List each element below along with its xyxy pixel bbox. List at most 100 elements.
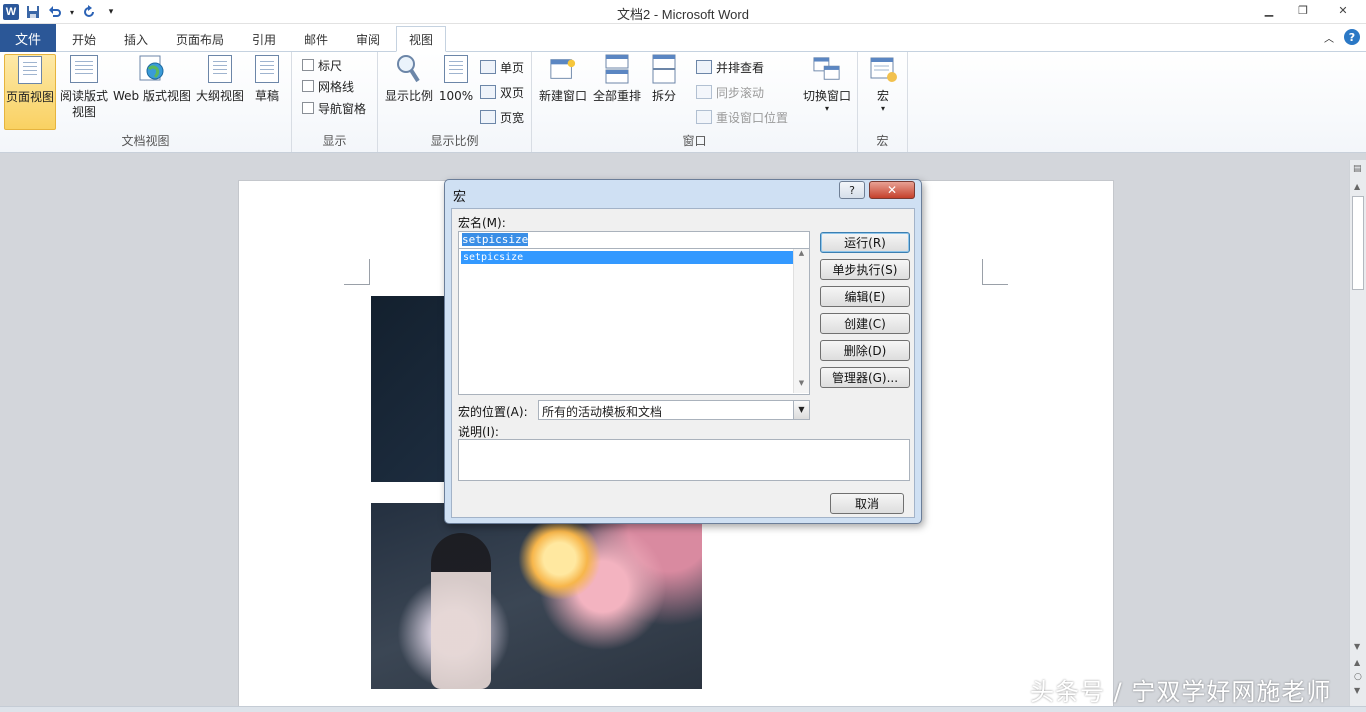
title-bar: W ▾ ▾ 文档2 - Microsoft Word ▁ ❐ ✕ [0,0,1366,24]
split-button[interactable]: 拆分 [644,54,684,104]
macros-button[interactable]: 宏 ▾ [866,54,900,114]
tab-file[interactable]: 文件 [0,24,56,52]
ribbon-view: 页面视图 阅读版式 视图 Web 版式视图 大纲视图 草稿 文档视图 标尺 网格… [0,52,1366,153]
web-layout-button[interactable]: Web 版式视图 [110,54,194,104]
chevron-down-icon: ▾ [824,104,829,113]
macro-icon [869,54,897,84]
tab-page-layout[interactable]: 页面布局 [164,26,236,52]
two-pages-icon [480,85,496,99]
split-icon [650,54,678,84]
description-label: 说明(I): [458,425,499,439]
page-width-button[interactable]: 页宽 [480,108,524,126]
group-label-window: 窗口 [682,134,707,148]
organizer-button[interactable]: 管理器(G)... [820,367,910,388]
crop-mark [982,259,1008,285]
scroll-up-icon[interactable]: ▲ [794,249,809,263]
checkbox-icon [302,80,314,92]
minimize-icon[interactable]: ▁ [1252,0,1286,20]
scroll-up-icon[interactable]: ▲ [1354,182,1360,191]
tab-review[interactable]: 审阅 [344,26,392,52]
window-controls: ▁ ❐ ✕ [1252,0,1366,20]
vertical-scrollbar[interactable]: ▤ ▲ ▼ ▲ ○ ▼ [1349,160,1366,712]
sync-scroll-icon [696,85,712,99]
draft-button[interactable]: 草稿 [246,54,288,104]
collapse-ribbon-icon[interactable]: ︿ [1324,30,1334,45]
reset-window-position-button[interactable]: 重设窗口位置 [696,108,788,126]
nav-pane-checkbox[interactable]: 导航窗格 [302,99,366,117]
step-into-button[interactable]: 单步执行(S) [820,259,910,280]
browse-object-icon[interactable]: ○ [1354,672,1362,682]
sync-scroll-button[interactable]: 同步滚动 [696,83,764,101]
ruler-toggle-icon[interactable]: ▤ [1353,164,1362,174]
reading-view-icon [70,54,98,84]
outline-icon [206,54,234,84]
edit-button[interactable]: 编辑(E) [820,286,910,307]
gridlines-checkbox[interactable]: 网格线 [302,77,354,95]
globe-icon [138,54,166,84]
group-label-document-views: 文档视图 [121,134,170,148]
group-document-views: 页面视图 阅读版式 视图 Web 版式视图 大纲视图 草稿 文档视图 [0,52,292,152]
tab-mailings[interactable]: 邮件 [292,26,340,52]
list-item[interactable]: setpicsize [461,251,793,264]
macro-name-input[interactable]: setpicsize [458,231,810,249]
tab-bar-icons: ︿ ? [1324,29,1360,45]
restore-icon[interactable]: ❐ [1286,0,1320,20]
tab-view[interactable]: 视图 [396,26,447,52]
switch-windows-button[interactable]: 切换窗口 ▾ [800,54,854,114]
new-window-button[interactable]: 新建窗口 [536,54,590,104]
group-window: 新建窗口 全部重排 拆分 并排查看 同步滚动 重设窗口位置 切换窗口 ▾ 窗口 [532,52,858,152]
full-reading-button[interactable]: 阅读版式 视图 [58,54,110,120]
group-label-show: 显示 [322,134,347,148]
switch-windows-icon [813,54,841,84]
tab-home[interactable]: 开始 [60,26,108,52]
run-button[interactable]: 运行(R) [820,232,910,253]
scroll-down-icon[interactable]: ▼ [1354,642,1360,651]
draft-icon [253,54,281,84]
macro-list[interactable]: setpicsize ▲ ▼ [458,249,810,395]
tab-references[interactable]: 引用 [240,26,288,52]
watermark-text: 头条号 / 宁双学好网施老师 [1030,678,1332,706]
scroll-down-icon[interactable]: ▼ [794,379,809,393]
ruler-checkbox[interactable]: 标尺 [302,56,342,74]
dialog-close-button[interactable]: ✕ [869,181,915,199]
zoom-100-button[interactable]: 100% [436,54,476,104]
print-layout-icon [16,55,44,85]
macro-name-label: 宏名(M): [458,216,506,230]
dialog-body: 宏名(M): setpicsize setpicsize ▲ ▼ 宏的位置(A)… [451,208,915,518]
next-page-icon[interactable]: ▼ [1354,686,1360,695]
chevron-down-icon[interactable]: ▼ [793,401,809,419]
zoom-button[interactable]: 显示比例 [384,54,434,104]
window-title: 文档2 - Microsoft Word [617,7,749,22]
chevron-down-icon: ▾ [880,104,885,113]
location-select[interactable]: 所有的活动模板和文档 ▼ [538,400,810,420]
prev-page-icon[interactable]: ▲ [1354,658,1360,667]
dialog-help-button[interactable]: ? [839,181,865,199]
hundred-percent-icon [442,54,470,84]
group-label-macros: 宏 [876,134,889,148]
side-by-side-icon [696,60,712,74]
arrange-all-button[interactable]: 全部重排 [590,54,644,104]
two-pages-button[interactable]: 双页 [480,83,524,101]
outline-button[interactable]: 大纲视图 [194,54,246,104]
close-icon[interactable]: ✕ [1320,0,1366,20]
document-image-2[interactable] [371,503,702,689]
group-zoom: 显示比例 100% 单页 双页 页宽 显示比例 [378,52,532,152]
group-show: 标尺 网格线 导航窗格 显示 [292,52,378,152]
one-page-button[interactable]: 单页 [480,58,524,76]
delete-button[interactable]: 删除(D) [820,340,910,361]
cancel-button[interactable]: 取消 [830,493,904,514]
reset-position-icon [696,110,712,124]
print-layout-button[interactable]: 页面视图 [4,54,56,130]
description-field [458,439,910,481]
arrange-all-icon [603,54,631,84]
scroll-thumb[interactable] [1352,196,1364,290]
group-macros: 宏 ▾ 宏 [858,52,908,152]
help-icon[interactable]: ? [1344,29,1360,45]
new-window-icon [549,54,577,84]
create-button[interactable]: 创建(C) [820,313,910,334]
checkbox-icon [302,102,314,114]
tab-insert[interactable]: 插入 [112,26,160,52]
checkbox-icon [302,59,314,71]
list-scrollbar[interactable]: ▲ ▼ [793,249,809,393]
side-by-side-button[interactable]: 并排查看 [696,58,764,76]
